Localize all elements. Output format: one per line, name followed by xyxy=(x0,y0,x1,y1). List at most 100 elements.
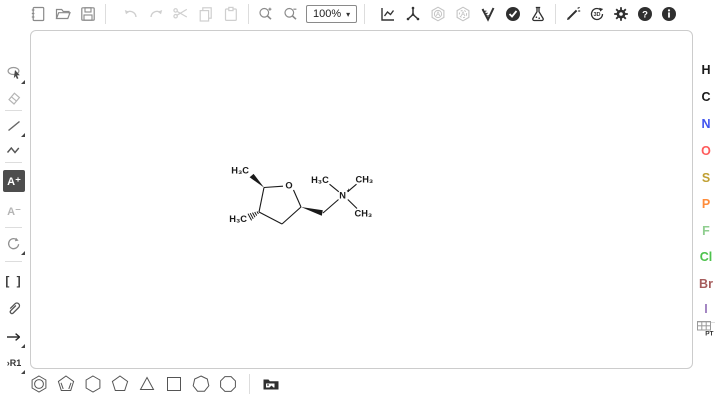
atom-Cl-button[interactable]: Cl xyxy=(692,250,720,264)
atom-toolbar: H C N O S P F Cl Br I PT xyxy=(692,30,720,370)
bond-n-methyl-left[interactable] xyxy=(330,184,339,192)
atom-label-methyl-c5[interactable]: H₃C xyxy=(231,166,249,176)
cycloheptane-icon xyxy=(190,373,212,395)
atom-label-n-methyl-bottom[interactable]: CH₃ xyxy=(355,209,373,219)
check-structure-button[interactable] xyxy=(501,2,525,26)
atom-H-button[interactable]: H xyxy=(692,63,720,77)
divider xyxy=(5,227,22,228)
rgroup-glyph: ›R1 xyxy=(7,358,22,368)
wedge-bond-c5-methyl[interactable] xyxy=(250,174,264,188)
about-button[interactable] xyxy=(657,2,681,26)
bond-ch2-n[interactable] xyxy=(323,200,339,214)
divider xyxy=(555,4,556,24)
zoom-in-button[interactable] xyxy=(254,2,278,26)
template-cyclopentane-button[interactable] xyxy=(109,373,131,395)
viewer-3d-button[interactable]: 3D xyxy=(585,2,609,26)
template-cyclohexane-button[interactable] xyxy=(82,373,104,395)
charge-plus-glyph: A⁺ xyxy=(7,175,21,188)
open-button[interactable] xyxy=(51,2,75,26)
calculated-values-button[interactable] xyxy=(526,2,550,26)
cut-button[interactable] xyxy=(169,2,193,26)
clipboard-icon xyxy=(222,5,240,23)
rotate-3d-icon: 3D xyxy=(588,5,606,23)
atom-Br-button[interactable]: Br xyxy=(692,277,720,291)
atom-label-methyl-c4[interactable]: H₃C xyxy=(229,214,247,224)
bond-c2-c3[interactable] xyxy=(282,207,301,224)
zoom-level-select[interactable]: 100% ▾ xyxy=(306,5,357,23)
wedge-bond-c2-ch2[interactable] xyxy=(301,207,323,216)
rgroup-tool[interactable]: ›R1 xyxy=(3,352,25,374)
bond-o-c2[interactable] xyxy=(294,190,302,207)
flask-icon xyxy=(529,5,547,23)
bond-c4-c5[interactable] xyxy=(259,188,264,213)
bond-n-methyl-bottom[interactable] xyxy=(348,200,357,209)
drawing-canvas[interactable]: H₃C O H₃C N + H₃C CH₃ CH₃ xyxy=(30,30,693,369)
reaction-arrow-tool[interactable] xyxy=(3,326,25,348)
bond-c5-o[interactable] xyxy=(264,186,283,187)
undo-button[interactable] xyxy=(119,2,143,26)
paste-button[interactable] xyxy=(219,2,243,26)
flyout-corner xyxy=(21,133,25,137)
cyclooctane-icon xyxy=(217,373,239,395)
edit-group xyxy=(119,2,243,26)
settings-button[interactable] xyxy=(609,2,633,26)
clean-up-icon xyxy=(404,5,422,23)
copy-icon xyxy=(197,5,215,23)
rotate-tool[interactable] xyxy=(3,233,25,255)
clear-canvas-button[interactable] xyxy=(26,2,50,26)
atom-S-button[interactable]: S xyxy=(692,171,720,185)
atom-label-nitrogen[interactable]: N xyxy=(339,191,346,201)
atom-label-n-methyl-left[interactable]: H₃C xyxy=(311,175,329,185)
dearomatize-button[interactable]: A xyxy=(451,2,475,26)
template-cyclobutane-button[interactable] xyxy=(163,373,185,395)
charge-minus-tool[interactable]: A⁻ xyxy=(3,200,25,222)
chemical-editor-window: 100% ▾ xyxy=(0,0,720,400)
atom-I-button[interactable]: I xyxy=(692,302,720,316)
atom-N-button[interactable]: N xyxy=(692,117,720,131)
bond-c3-c4[interactable] xyxy=(259,212,282,224)
redo-button[interactable] xyxy=(144,2,168,26)
atom-P-button[interactable]: P xyxy=(692,197,720,211)
single-bond-tool[interactable] xyxy=(3,115,25,137)
select-lasso-tool[interactable] xyxy=(3,62,25,84)
attachment-point-tool[interactable] xyxy=(3,297,25,319)
divider xyxy=(364,4,365,24)
structure-tools-group: A A xyxy=(376,2,550,26)
layout-button[interactable] xyxy=(376,2,400,26)
save-button[interactable] xyxy=(76,2,100,26)
atom-label-n-methyl-right[interactable]: CH₃ xyxy=(356,175,374,185)
erase-tool[interactable] xyxy=(3,87,25,109)
help-button[interactable]: ? xyxy=(633,2,657,26)
atom-O-button[interactable]: O xyxy=(692,144,720,158)
flyout-corner xyxy=(21,251,25,255)
atom-C-button[interactable]: C xyxy=(692,90,720,104)
template-benzene-button[interactable] xyxy=(28,373,50,395)
periodic-table-button[interactable]: PT xyxy=(695,318,717,340)
clean-up-button[interactable] xyxy=(401,2,425,26)
divider xyxy=(249,374,250,394)
chain-icon xyxy=(5,141,23,159)
zoom-out-button[interactable] xyxy=(279,2,303,26)
periodic-table-label: PT xyxy=(705,331,713,338)
charge-plus-tool[interactable]: A⁺ xyxy=(3,170,25,192)
hash-bond-c4-methyl[interactable] xyxy=(248,212,258,221)
molecule-structure[interactable]: H₃C O H₃C N + H₃C CH₃ CH₃ xyxy=(201,141,401,241)
aromatize-button[interactable]: A xyxy=(426,2,450,26)
chain-tool[interactable] xyxy=(3,139,25,161)
aromatize-icon: A xyxy=(429,5,447,23)
template-cycloheptane-button[interactable] xyxy=(190,373,212,395)
atom-F-button[interactable]: F xyxy=(692,224,720,238)
divider xyxy=(5,261,22,262)
undo-icon xyxy=(122,5,140,23)
calculate-cip-button[interactable] xyxy=(476,2,500,26)
template-cyclopropane-button[interactable] xyxy=(136,373,158,395)
template-cyclopentadiene-button[interactable] xyxy=(55,373,77,395)
atom-label-oxygen[interactable]: O xyxy=(285,181,292,191)
cyclopropane-icon xyxy=(136,373,158,395)
template-library-button[interactable] xyxy=(260,373,282,395)
copy-button[interactable] xyxy=(194,2,218,26)
check-circle-icon xyxy=(504,5,522,23)
template-cyclooctane-button[interactable] xyxy=(217,373,239,395)
sgroup-tool[interactable]: [ ] xyxy=(3,270,25,292)
sketch-mode-button[interactable] xyxy=(561,2,585,26)
